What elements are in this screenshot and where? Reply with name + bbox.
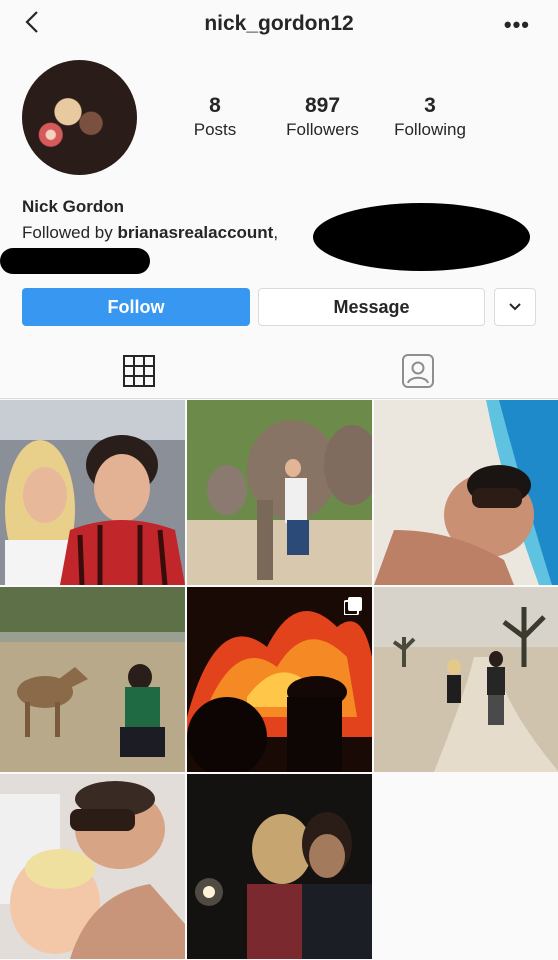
message-button[interactable]: Message (258, 288, 485, 326)
followed-by-user-link[interactable]: brianasrealaccount (117, 223, 273, 242)
stat-label: Posts (193, 120, 237, 139)
multiple-posts-icon (344, 597, 362, 615)
post-elephants[interactable] (187, 400, 372, 585)
redaction-mark (313, 203, 530, 271)
top-bar: nick_gordon12 ••• (0, 0, 558, 48)
tab-divider (0, 398, 558, 399)
stat-followers[interactable]: 897 Followers (275, 94, 370, 140)
profile-avatar[interactable] (22, 60, 137, 175)
redaction-mark (0, 248, 150, 274)
post-desert-walk[interactable] (374, 587, 558, 772)
profile-username: nick_gordon12 (204, 12, 354, 35)
post-night-selfie[interactable] (187, 774, 372, 959)
post-couple-close[interactable] (0, 774, 185, 959)
stat-value: 8 (209, 94, 221, 117)
profile-full-name: Nick Gordon (22, 197, 125, 216)
stat-posts[interactable]: 8 Posts (185, 94, 245, 140)
followed-by-prefix: Followed by (22, 223, 118, 242)
post-beach-selfie[interactable] (374, 400, 558, 585)
followed-by-suffix: , (273, 223, 279, 242)
post-fire[interactable] (187, 587, 372, 772)
follow-button[interactable]: Follow (22, 288, 250, 326)
stat-label: Followers (286, 120, 359, 139)
post-deer-feeding[interactable] (0, 587, 185, 772)
post-couple-selfie[interactable] (0, 400, 185, 585)
ellipsis-icon[interactable]: ••• (504, 12, 530, 38)
followed-by-text: Followed by brianasrealaccount, (22, 223, 278, 243)
stat-value: 897 (304, 94, 341, 117)
stat-value: 3 (424, 94, 436, 117)
grid-icon[interactable] (118, 353, 160, 389)
stat-following[interactable]: 3 Following (385, 94, 475, 140)
suggestions-dropdown-button[interactable] (494, 288, 536, 326)
tagged-icon[interactable] (397, 353, 439, 389)
chevron-down-icon (509, 303, 521, 311)
stat-label: Following (394, 120, 466, 139)
